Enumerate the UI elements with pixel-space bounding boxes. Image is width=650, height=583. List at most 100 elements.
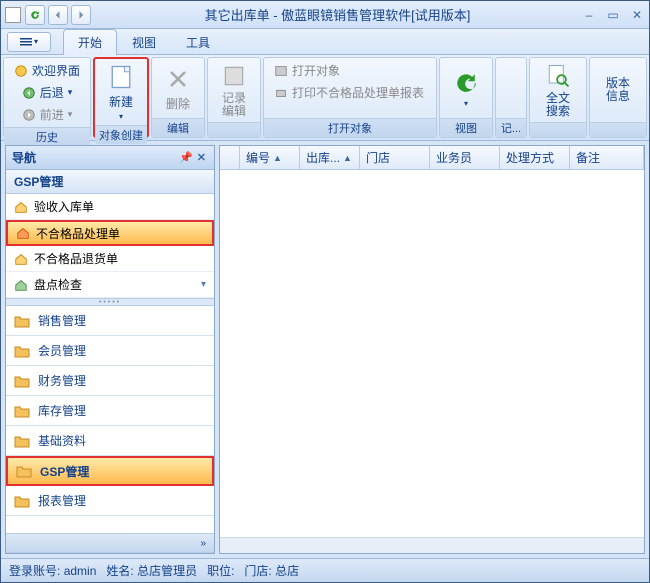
ribbon-group-edit: 删除 编辑 — [151, 57, 205, 138]
ribbon-group-open: 打开对象 打印不合格品处理单报表 打开对象 — [263, 57, 437, 138]
horizontal-scrollbar[interactable] — [220, 537, 644, 553]
col-label: 门店 — [366, 149, 390, 166]
view-refresh-button[interactable]: ▾ — [446, 67, 486, 110]
window-controls: – ▭ ✕ — [581, 8, 645, 22]
house-icon — [14, 252, 28, 266]
cat-label: 会员管理 — [38, 342, 86, 359]
folder-icon — [14, 434, 30, 448]
back-label: 后退 — [40, 84, 64, 101]
house-icon — [14, 200, 28, 214]
search-group-label — [530, 122, 586, 137]
expand-icon[interactable]: ▾ — [201, 279, 206, 290]
maximize-button[interactable]: ▭ — [605, 8, 621, 22]
version-label: 版本信息 — [602, 77, 634, 103]
ribbon-group-records: 记... — [495, 57, 527, 138]
fulltext-label: 全文搜索 — [542, 92, 574, 118]
tree-item-acceptance[interactable]: 验收入库单 — [6, 194, 214, 220]
minimize-button[interactable]: – — [581, 8, 597, 22]
close-button[interactable]: ✕ — [629, 8, 645, 22]
nav-cat-gsp[interactable]: GSP管理 — [6, 456, 214, 486]
edit-group-label: 编辑 — [152, 118, 204, 137]
house-icon — [16, 226, 30, 240]
ribbon-group-create: 新建 ▾ 对象创建 — [93, 57, 149, 138]
col-label: 处理方式 — [506, 149, 554, 166]
app-icon — [5, 7, 21, 23]
history-group-label: 历史 — [4, 127, 90, 146]
tree-item-nonconforming[interactable]: 不合格品处理单 — [6, 220, 214, 246]
nav-panel: 导航 📌 ✕ GSP管理 验收入库单 不合格品处理单 不合格品退货单 盘点检查 … — [5, 145, 215, 554]
col-salesperson[interactable]: 业务员 — [430, 146, 500, 169]
status-account: 登录账号: admin — [9, 562, 96, 579]
content-grid: 编号▲ 出库...▲ 门店 业务员 处理方式 备注 — [219, 145, 645, 554]
col-method[interactable]: 处理方式 — [500, 146, 570, 169]
cat-label: 基础资料 — [38, 432, 86, 449]
title-bar: 其它出库单 - 傲蓝眼镜销售管理软件[试用版本] – ▭ ✕ — [1, 1, 649, 29]
create-group-label: 对象创建 — [95, 125, 147, 144]
fulltext-search-button[interactable]: 全文搜索 — [536, 60, 580, 120]
edit-record-button[interactable]: 记录编辑 — [214, 60, 254, 120]
version-group-label — [590, 122, 646, 137]
sort-asc-icon: ▲ — [273, 153, 282, 163]
cat-label: 报表管理 — [38, 492, 86, 509]
nav-cat-finance[interactable]: 财务管理 — [6, 366, 214, 396]
col-store[interactable]: 门店 — [360, 146, 430, 169]
splitter-grip[interactable]: ••••• — [6, 298, 214, 306]
ribbon: 欢迎界面 后退▾ 前进▾ 历史 新建 ▾ 对象创建 删除 编辑 — [1, 55, 649, 141]
nav-close-icon[interactable]: ✕ — [195, 151, 208, 164]
nav-back-button[interactable] — [48, 5, 68, 25]
chevron-icon[interactable]: » — [200, 540, 208, 547]
nav-cat-inventory[interactable]: 库存管理 — [6, 396, 214, 426]
col-label: 出库... — [306, 149, 340, 166]
nav-cat-basic[interactable]: 基础资料 — [6, 426, 214, 456]
forward-button[interactable]: 前进▾ — [18, 104, 77, 125]
new-button[interactable]: 新建 ▾ — [101, 61, 141, 123]
tab-tools[interactable]: 工具 — [171, 29, 225, 55]
col-outbound[interactable]: 出库...▲ — [300, 146, 360, 169]
grid-selector[interactable] — [220, 146, 240, 169]
print-report-button[interactable]: 打印不合格品处理单报表 — [270, 82, 428, 103]
status-bar: 登录账号: admin 姓名: 总店管理员 职位: 门店: 总店 — [1, 558, 649, 582]
cat-label: GSP管理 — [40, 463, 89, 480]
back-button[interactable]: 后退▾ — [18, 82, 77, 103]
nav-section-header[interactable]: GSP管理 — [6, 170, 214, 194]
welcome-label: 欢迎界面 — [32, 62, 80, 79]
col-label: 备注 — [576, 149, 600, 166]
col-remark[interactable]: 备注 — [570, 146, 644, 169]
welcome-button[interactable]: 欢迎界面 — [10, 60, 84, 81]
ribbon-group-history: 欢迎界面 后退▾ 前进▾ 历史 — [3, 57, 91, 138]
pin-icon[interactable]: 📌 — [177, 151, 195, 164]
nav-cat-sales[interactable]: 销售管理 — [6, 306, 214, 336]
tab-view[interactable]: 视图 — [117, 29, 171, 55]
print-report-label: 打印不合格品处理单报表 — [292, 84, 424, 101]
window-title: 其它出库单 - 傲蓝眼镜销售管理软件[试用版本] — [94, 5, 581, 24]
tree-item-inventory[interactable]: 盘点检查 ▾ — [6, 272, 214, 298]
new-label: 新建 — [109, 93, 133, 110]
workspace: 导航 📌 ✕ GSP管理 验收入库单 不合格品处理单 不合格品退货单 盘点检查 … — [1, 141, 649, 558]
menu-bar: ▾ 开始 视图 工具 — [1, 29, 649, 55]
open-group-label: 打开对象 — [264, 118, 436, 137]
open-object-button[interactable]: 打开对象 — [270, 60, 344, 81]
forward-label: 前进 — [40, 106, 64, 123]
records-group-label: 记... — [496, 118, 526, 137]
nav-tree: 验收入库单 不合格品处理单 不合格品退货单 盘点检查 ▾ — [6, 194, 214, 298]
col-id[interactable]: 编号▲ — [240, 146, 300, 169]
col-label: 编号 — [246, 149, 270, 166]
tree-item-return[interactable]: 不合格品退货单 — [6, 246, 214, 272]
nav-cat-report[interactable]: 报表管理 — [6, 486, 214, 516]
status-name: 姓名: 总店管理员 — [106, 562, 197, 579]
delete-button[interactable]: 删除 — [158, 63, 198, 114]
nav-cat-member[interactable]: 会员管理 — [6, 336, 214, 366]
nav-title: 导航 — [12, 149, 36, 166]
ribbon-group-version: 版本信息 — [589, 57, 647, 138]
version-info-button[interactable]: 版本信息 — [596, 75, 640, 105]
record-group-label — [208, 122, 260, 137]
refresh-button[interactable] — [25, 5, 45, 25]
tab-start[interactable]: 开始 — [63, 29, 117, 55]
tree-label: 验收入库单 — [34, 198, 94, 215]
ribbon-group-view: ▾ 视图 — [439, 57, 493, 138]
tree-label: 不合格品退货单 — [34, 250, 118, 267]
nav-footer-grip[interactable]: » — [6, 533, 214, 553]
app-menu-button[interactable]: ▾ — [7, 32, 51, 52]
grid-body[interactable] — [220, 170, 644, 537]
nav-forward-button[interactable] — [71, 5, 91, 25]
